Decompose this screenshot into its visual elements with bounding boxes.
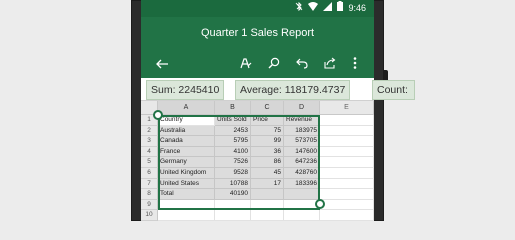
selection-handle-top-left[interactable] — [153, 110, 163, 120]
cell-d5[interactable]: 647236 — [284, 157, 320, 168]
format-pen-icon[interactable] — [232, 50, 260, 78]
column-header-e[interactable]: E — [320, 101, 374, 115]
cell-b2[interactable]: 2453 — [215, 125, 251, 137]
cell-c1[interactable]: Price — [251, 115, 284, 126]
battery-icon — [337, 0, 344, 17]
sum-stat[interactable]: Sum: 2245410 — [146, 80, 225, 100]
cell-a2[interactable]: Australia — [158, 125, 215, 137]
cell-d8[interactable] — [284, 189, 320, 200]
spreadsheet-grid[interactable]: A B C D E 1 2 3 4 5 6 7 8 9 10 Country U… — [141, 101, 374, 221]
row-header[interactable]: 3 — [141, 136, 158, 147]
search-icon[interactable] — [260, 50, 288, 78]
cell-d7[interactable]: 183396 — [284, 178, 320, 190]
cell-d10[interactable] — [284, 210, 320, 221]
wifi-icon — [308, 0, 319, 17]
column-header-a[interactable]: A — [158, 101, 215, 115]
count-stat[interactable]: Count: — [372, 80, 415, 100]
cell-d4[interactable]: 147600 — [284, 146, 320, 158]
status-bar: 9:46 — [141, 0, 374, 17]
status-time: 9:46 — [348, 3, 366, 13]
cell-e9[interactable] — [320, 199, 374, 211]
cell-a4[interactable]: France — [158, 146, 215, 158]
cell-c7[interactable]: 17 — [251, 178, 284, 190]
cell-e3[interactable] — [320, 136, 374, 147]
cell-e6[interactable] — [320, 168, 374, 179]
cell-c9[interactable] — [251, 199, 284, 211]
row-header[interactable]: 10 — [141, 210, 158, 221]
row-header[interactable]: 9 — [141, 199, 158, 211]
undo-icon[interactable] — [288, 50, 316, 78]
row-header[interactable]: 7 — [141, 178, 158, 190]
bluetooth-off-icon — [295, 0, 303, 17]
cell-e7[interactable] — [320, 178, 374, 190]
cell-a5[interactable]: Germany — [158, 157, 215, 168]
cell-c5[interactable]: 86 — [251, 157, 284, 168]
cell-d1[interactable]: Revenue — [284, 115, 320, 126]
row-header[interactable]: 4 — [141, 146, 158, 158]
column-header-c[interactable]: C — [251, 101, 284, 115]
cell-a6[interactable]: United Kingdom — [158, 168, 215, 179]
cell-d3[interactable]: 573705 — [284, 136, 320, 147]
cell-a10[interactable] — [158, 210, 215, 221]
cell-b6[interactable]: 9528 — [215, 168, 251, 179]
row-header[interactable]: 2 — [141, 125, 158, 137]
back-arrow-icon[interactable] — [149, 50, 175, 78]
cell-b10[interactable] — [215, 210, 251, 221]
document-title: Quarter 1 Sales Report — [141, 17, 374, 50]
cell-e4[interactable] — [320, 146, 374, 158]
cell-c3[interactable]: 99 — [251, 136, 284, 147]
cell-c2[interactable]: 75 — [251, 125, 284, 137]
cell-c4[interactable]: 36 — [251, 146, 284, 158]
cell-e10[interactable] — [320, 210, 374, 221]
share-icon[interactable] — [316, 50, 344, 78]
cell-d2[interactable]: 183975 — [284, 125, 320, 137]
cell-c6[interactable]: 45 — [251, 168, 284, 179]
cell-c10[interactable] — [251, 210, 284, 221]
cell-c8[interactable] — [251, 189, 284, 200]
column-header-b[interactable]: B — [215, 101, 251, 115]
cell-a9[interactable] — [158, 199, 215, 211]
signal-icon — [323, 0, 333, 17]
cell-a7[interactable]: United States — [158, 178, 215, 190]
cell-a8[interactable]: Total — [158, 189, 215, 200]
selection-handle-bottom-right[interactable] — [315, 199, 325, 209]
toolbar — [141, 50, 374, 78]
cell-e5[interactable] — [320, 157, 374, 168]
column-header-d[interactable]: D — [284, 101, 320, 115]
cell-e2[interactable] — [320, 125, 374, 137]
more-vert-icon[interactable] — [344, 50, 366, 78]
cell-b8[interactable]: 40190 — [215, 189, 251, 200]
row-header[interactable]: 5 — [141, 157, 158, 168]
cell-b7[interactable]: 10788 — [215, 178, 251, 190]
cell-e8[interactable] — [320, 189, 374, 200]
cell-b3[interactable]: 5795 — [215, 136, 251, 147]
cell-a1[interactable]: Country — [158, 115, 215, 126]
row-header[interactable]: 8 — [141, 189, 158, 200]
cell-b9[interactable] — [215, 199, 251, 211]
row-header[interactable]: 6 — [141, 168, 158, 179]
average-stat[interactable]: Average: 118179.4737 — [235, 80, 351, 100]
cell-b5[interactable]: 7526 — [215, 157, 251, 168]
cell-e1[interactable] — [320, 115, 374, 126]
cell-a3[interactable]: Canada — [158, 136, 215, 147]
cell-d6[interactable]: 428760 — [284, 168, 320, 179]
cell-b4[interactable]: 4100 — [215, 146, 251, 158]
cell-b1[interactable]: Units Sold — [215, 115, 251, 126]
